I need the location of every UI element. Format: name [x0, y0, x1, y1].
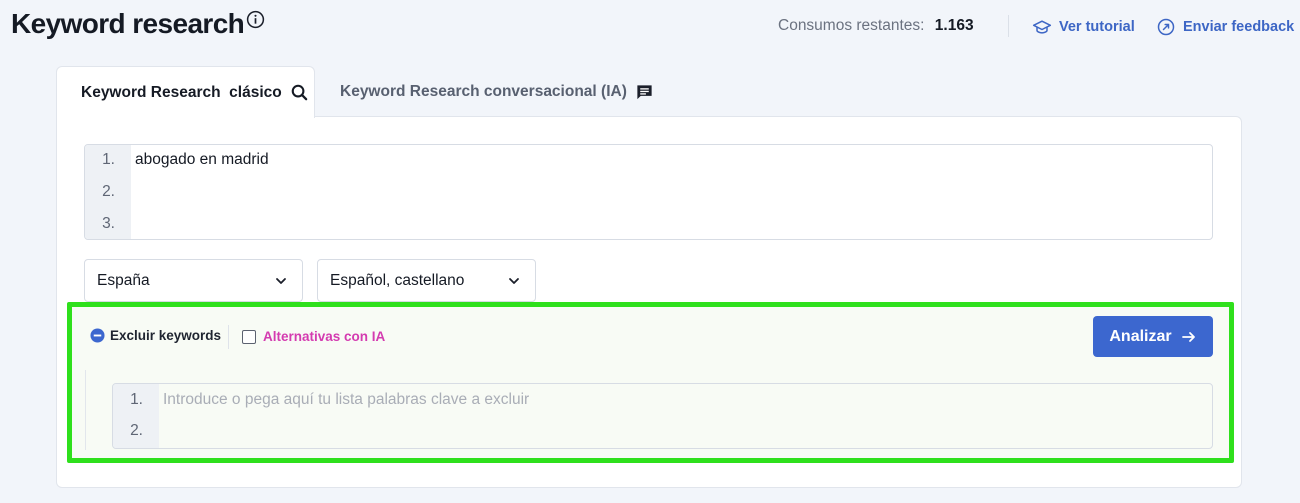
remaining-credits-value: 1.163: [934, 17, 974, 34]
arrow-right-icon: [1181, 331, 1195, 342]
exclude-keywords-section: Excluir keywords Alternativas con IA Ana…: [67, 302, 1234, 463]
analizar-button-label: Analizar: [1109, 327, 1172, 345]
checkbox-box[interactable]: [242, 329, 256, 344]
feedback-link[interactable]: Enviar feedback: [1156, 17, 1294, 37]
country-select-value: España: [97, 271, 150, 289]
tab-keyword-research-classic[interactable]: Keyword Research clásico: [56, 66, 315, 118]
toolbar-divider: [228, 325, 229, 349]
exclude-keywords-toggle[interactable]: Excluir keywords: [90, 328, 221, 343]
header-divider: [1008, 15, 1009, 37]
analizar-button[interactable]: Analizar: [1093, 316, 1213, 357]
feedback-link-label: Enviar feedback: [1183, 19, 1295, 35]
exclude-editor-placeholder: Introduce o pega aquí tu lista palabras …: [163, 391, 530, 408]
page-title: Keyword research: [11, 8, 245, 39]
info-circle-icon[interactable]: [246, 10, 265, 29]
feedback-send-icon: [1157, 18, 1175, 36]
country-select[interactable]: España: [84, 259, 303, 302]
search-icon: [291, 84, 308, 101]
line-number: 1.: [130, 391, 143, 408]
line-number: 3.: [102, 215, 115, 232]
tutorial-link[interactable]: Ver tutorial: [1032, 17, 1135, 37]
section-left-rule: [85, 370, 86, 450]
chevron-down-icon: [276, 278, 286, 284]
exclude-keywords-editor[interactable]: 1. 2. Introduce o pega aquí tu lista pal…: [112, 383, 1213, 449]
remaining-credits-label: Consumos restantes:: [778, 17, 925, 34]
language-select-value: Español, castellano: [330, 271, 465, 289]
chat-icon: [637, 84, 652, 99]
tab-keyword-research-conversational[interactable]: Keyword Research conversacional (IA): [340, 66, 654, 118]
keywords-editor[interactable]: 1. 2. 3. abogado en madrid: [84, 144, 1213, 240]
keyword-line: abogado en madrid: [135, 151, 269, 168]
page-header: Keyword research Consumos restantes: 1.1…: [0, 0, 1300, 56]
tab-label: Keyword Research clásico: [81, 83, 282, 101]
ai-alternatives-checkbox[interactable]: Alternativas con IA: [242, 329, 385, 344]
ai-alternatives-label: Alternativas con IA: [263, 329, 386, 344]
tutorial-link-label: Ver tutorial: [1059, 19, 1135, 35]
minus-circle-icon: [90, 328, 105, 343]
line-number: 2.: [130, 422, 143, 439]
graduation-cap-icon: [1032, 20, 1052, 34]
line-number: 2.: [102, 183, 115, 200]
exclude-keywords-label: Excluir keywords: [110, 328, 222, 343]
remaining-credits: Consumos restantes: 1.163: [778, 17, 974, 35]
chevron-down-icon: [509, 278, 519, 284]
line-number: 1.: [102, 151, 115, 168]
tab-label: Keyword Research conversacional (IA): [340, 83, 627, 100]
language-select[interactable]: Español, castellano: [317, 259, 536, 302]
